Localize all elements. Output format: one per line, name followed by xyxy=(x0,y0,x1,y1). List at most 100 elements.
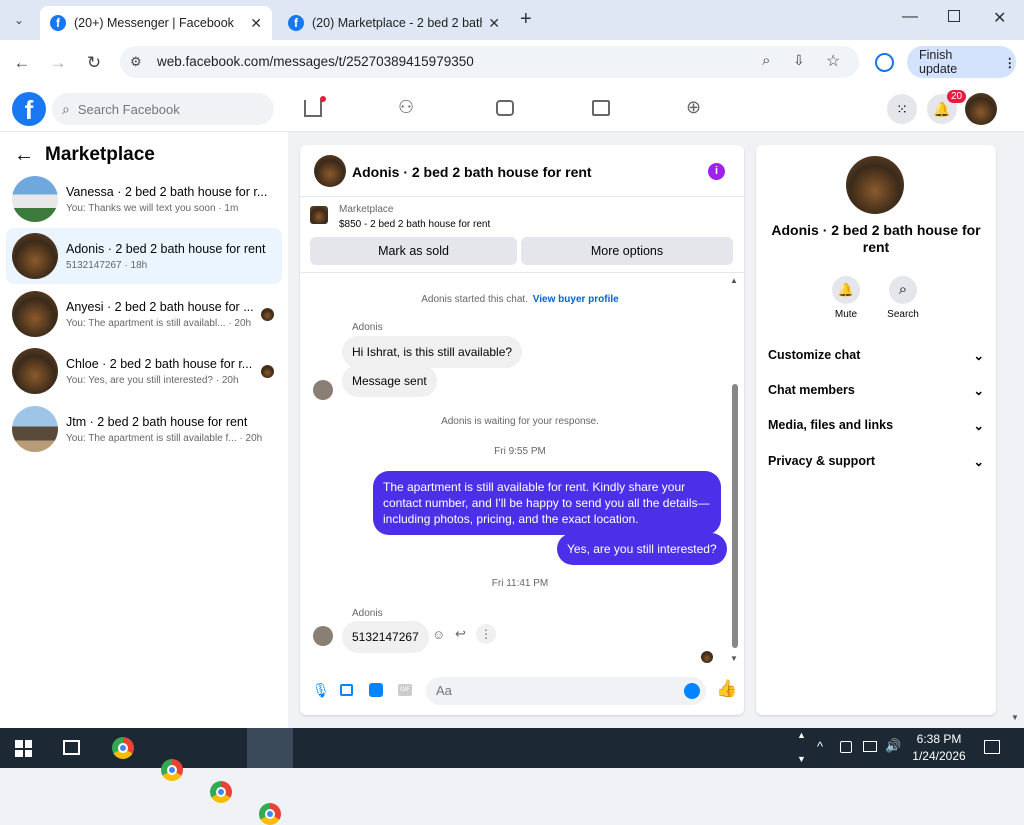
taskbar-scroll-up-icon[interactable]: ▲ xyxy=(797,730,806,740)
chat-avatar[interactable] xyxy=(314,155,346,187)
conversation-item-selected[interactable]: Adonis · 2 bed 2 bath house for rent 513… xyxy=(6,228,282,284)
conversation-thumbnail xyxy=(12,176,58,222)
finish-update-button[interactable]: Finish update ⋮ xyxy=(907,46,1016,78)
gaming-icon[interactable]: ⊕ xyxy=(686,97,701,118)
conversation-thumbnail xyxy=(12,406,58,452)
facebook-logo-icon[interactable]: f xyxy=(12,92,46,126)
task-view-icon[interactable] xyxy=(63,740,80,755)
chrome-taskbar-icon[interactable] xyxy=(259,803,281,825)
reply-icon[interactable]: ↩ xyxy=(455,626,466,642)
conversation-name: Vanessa · 2 bed 2 bath house for r... xyxy=(66,184,268,199)
network-icon[interactable] xyxy=(863,741,877,752)
menu-grid-icon[interactable]: ⁙ xyxy=(887,94,917,124)
zoom-icon[interactable]: ⌕ xyxy=(762,52,770,69)
listing-thumbnail[interactable] xyxy=(310,206,328,224)
conversation-item[interactable]: Jtm · 2 bed 2 bath house for rent You: T… xyxy=(6,401,282,457)
section-customize-chat[interactable]: Customize chat ⌄ xyxy=(768,348,984,363)
watch-icon[interactable] xyxy=(496,100,514,116)
tray-chevron-icon[interactable]: ^ xyxy=(817,739,823,754)
install-app-icon[interactable]: ⇩ xyxy=(793,52,805,69)
minimize-icon[interactable]: — xyxy=(902,8,918,26)
profile-icon[interactable] xyxy=(875,53,894,72)
scroll-up-arrow-icon[interactable]: ▲ xyxy=(730,276,738,285)
waiting-notice: Adonis is waiting for your response. xyxy=(441,416,599,427)
sender-avatar[interactable] xyxy=(313,380,333,400)
volume-icon[interactable]: 🔊 xyxy=(885,738,901,754)
close-tab-icon[interactable]: ✕ xyxy=(250,15,262,32)
chat-started-notice: Adonis started this chat. View buyer pro… xyxy=(300,294,740,305)
search-input[interactable] xyxy=(77,101,258,117)
mute-bell-icon[interactable]: 🔔 xyxy=(832,276,860,304)
message-input-box[interactable] xyxy=(426,677,706,705)
back-icon[interactable]: ← xyxy=(7,48,37,78)
tab-search-chevron-icon[interactable]: ⌄ xyxy=(4,5,34,35)
account-avatar[interactable] xyxy=(965,93,997,125)
tab-messenger[interactable]: f (20+) Messenger | Facebook ✕ xyxy=(40,6,272,40)
chrome-taskbar-icon[interactable] xyxy=(161,759,183,781)
thumbs-up-icon[interactable]: 👍 xyxy=(716,679,737,699)
message-input[interactable] xyxy=(436,683,676,698)
info-avatar[interactable] xyxy=(846,156,904,214)
tab-marketplace[interactable]: f (20) Marketplace - 2 bed 2 bath ✕ xyxy=(278,6,510,40)
new-tab-icon[interactable]: + xyxy=(520,8,532,31)
emoji-icon[interactable] xyxy=(684,683,700,699)
section-chat-members[interactable]: Chat members ⌄ xyxy=(768,383,984,398)
maximize-icon[interactable] xyxy=(948,10,960,22)
section-media-files-links[interactable]: Media, files and links ⌄ xyxy=(768,418,984,433)
close-window-icon[interactable]: ✕ xyxy=(993,8,1006,28)
incoming-message[interactable]: Hi Ishrat, is this still available? xyxy=(342,336,523,368)
react-emoji-icon[interactable]: ☺ xyxy=(432,627,445,642)
facebook-search[interactable]: ⌕ xyxy=(52,93,274,125)
friends-icon[interactable]: ⚇ xyxy=(398,97,414,118)
clock-date[interactable]: 1/24/2026 xyxy=(910,749,968,763)
chevron-down-icon: ⌄ xyxy=(973,455,984,469)
address-bar[interactable]: ⚙ web.facebook.com/messages/t/2527038941… xyxy=(120,46,859,78)
windows-start-icon[interactable] xyxy=(15,740,32,757)
photo-icon[interactable] xyxy=(340,684,353,696)
conversation-item[interactable]: Chloe · 2 bed 2 bath house for r... You:… xyxy=(6,343,282,399)
site-info-icon[interactable]: ⚙ xyxy=(130,54,142,70)
forward-icon[interactable]: → xyxy=(43,48,73,78)
reload-icon[interactable]: ↻ xyxy=(79,48,109,78)
incoming-message[interactable]: Message sent xyxy=(342,365,437,397)
back-arrow-icon[interactable]: ← xyxy=(14,144,34,167)
more-actions-icon[interactable]: ⋮ xyxy=(476,624,496,644)
info-icon[interactable]: i xyxy=(708,163,725,180)
chat-title[interactable]: Adonis · 2 bed 2 bath house for rent xyxy=(352,164,592,180)
mark-as-sold-button[interactable]: Mark as sold xyxy=(310,237,517,265)
sender-avatar[interactable] xyxy=(313,626,333,646)
chrome-taskbar-icon[interactable] xyxy=(210,781,232,803)
message-scrollbar[interactable] xyxy=(732,384,738,648)
taskbar-scroll-down-icon[interactable]: ▼ xyxy=(797,754,806,764)
outgoing-message[interactable]: Yes, are you still interested? xyxy=(557,533,727,565)
conversation-snippet: You: Thanks we will text you soon · 1m xyxy=(66,202,239,214)
outgoing-message[interactable]: The apartment is still available for ren… xyxy=(373,471,721,535)
microphone-icon[interactable]: 🎙 xyxy=(312,682,330,699)
kebab-menu-icon[interactable]: ⋮ xyxy=(1004,55,1017,70)
close-tab-icon[interactable]: ✕ xyxy=(488,15,500,32)
marketplace-icon[interactable] xyxy=(592,100,610,116)
bookmark-star-icon[interactable]: ☆ xyxy=(826,51,840,71)
chrome-taskbar-icon[interactable] xyxy=(112,737,134,759)
page-scroll-down-icon[interactable]: ▼ xyxy=(1011,713,1019,722)
clock-time[interactable]: 6:38 PM xyxy=(910,732,968,746)
composer: 🎙 GIF 👍 xyxy=(300,673,744,709)
search-icon[interactable]: ⌕ xyxy=(889,276,917,304)
scroll-down-arrow-icon[interactable]: ▼ xyxy=(730,654,738,663)
listing-banner: Marketplace $850 - 2 bed 2 bath house fo… xyxy=(300,197,744,273)
incoming-message[interactable]: 5132147267 xyxy=(342,621,429,653)
conversation-item[interactable]: Anyesi · 2 bed 2 bath house for ... You:… xyxy=(6,286,282,342)
more-options-button[interactable]: More options xyxy=(521,237,733,265)
gif-icon[interactable]: GIF xyxy=(398,684,412,696)
notification-center-icon[interactable] xyxy=(984,740,1000,754)
sticker-icon[interactable] xyxy=(369,683,383,697)
section-privacy-support[interactable]: Privacy & support ⌄ xyxy=(768,454,984,469)
meet-now-icon[interactable] xyxy=(840,741,852,753)
mute-label[interactable]: Mute xyxy=(826,309,866,320)
view-buyer-profile-link[interactable]: View buyer profile xyxy=(533,294,619,305)
listing-text[interactable]: $850 - 2 bed 2 bath house for rent xyxy=(339,219,490,230)
active-taskbar-slot xyxy=(247,728,293,768)
home-icon[interactable] xyxy=(304,100,322,117)
search-label[interactable]: Search xyxy=(883,309,923,320)
conversation-item[interactable]: Vanessa · 2 bed 2 bath house for r... Yo… xyxy=(6,171,282,227)
